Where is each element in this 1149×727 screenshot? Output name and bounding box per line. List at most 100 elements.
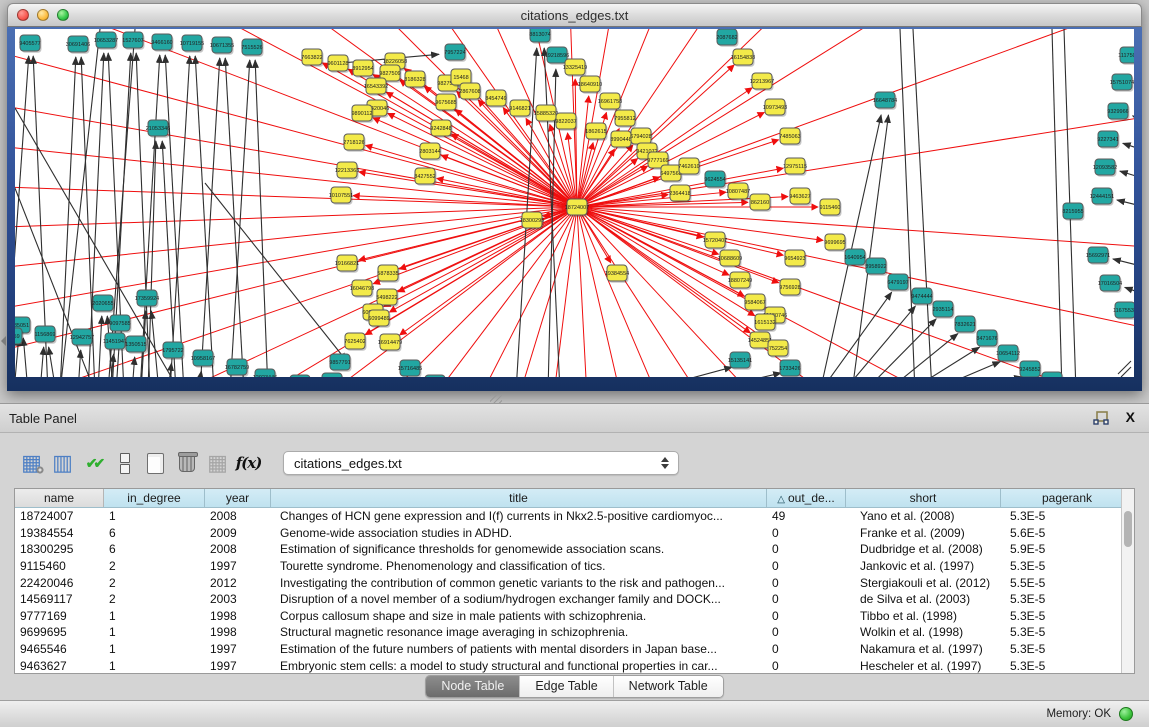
tab-node-table[interactable]: Node Table: [426, 676, 520, 697]
graph-node[interactable]: 16154838: [731, 49, 755, 67]
new-document-icon[interactable]: [140, 448, 171, 478]
graph-edge-red[interactable]: [15, 29, 577, 207]
graph-node[interactable]: 12942757: [70, 329, 94, 347]
graph-node[interactable]: 9463627: [789, 188, 811, 206]
select-columns-icon[interactable]: [78, 448, 109, 478]
graph-node[interactable]: 8990448: [610, 131, 632, 149]
delete-table-icon[interactable]: [171, 448, 202, 478]
graph-node[interactable]: 2867608: [459, 83, 481, 101]
table-settings-icon[interactable]: [16, 448, 47, 478]
graph-edge-red[interactable]: [577, 29, 1134, 207]
graph-edge-red[interactable]: [15, 207, 577, 353]
table-row[interactable]: 977716911998Corpus callosum shape and si…: [15, 608, 1134, 625]
panel-resize-handle[interactable]: [490, 395, 502, 403]
graph-edge-black[interactable]: [1125, 287, 1134, 296]
graph-edge-red[interactable]: [15, 207, 577, 256]
graph-edge-black[interactable]: [886, 334, 958, 377]
graph-node[interactable]: 9329966: [1107, 103, 1129, 121]
graph-node[interactable]: 9699695: [824, 234, 846, 252]
table-select-dropdown[interactable]: citations_edges.txt: [283, 451, 679, 475]
graph-node[interactable]: 8958922: [865, 258, 887, 276]
graph-edge-red[interactable]: [15, 29, 577, 207]
graph-node[interactable]: 9890112: [351, 105, 373, 123]
tab-network-table[interactable]: Network Table: [614, 676, 723, 697]
graph-node[interactable]: 10654112: [996, 345, 1020, 363]
graph-edge-red[interactable]: [373, 207, 577, 284]
graph-edge-black[interactable]: [1052, 29, 1062, 377]
rows-icon[interactable]: [109, 448, 140, 478]
function-builder-icon[interactable]: f(x): [233, 448, 264, 478]
graph-node[interactable]: 12213967: [750, 73, 774, 91]
graph-node[interactable]: 16046798: [350, 280, 374, 298]
show-columns-icon[interactable]: [47, 448, 78, 478]
table-row[interactable]: 946554611997Estimation of the future num…: [15, 641, 1134, 658]
graph-edge-red[interactable]: [577, 207, 1124, 377]
graph-edge-red[interactable]: [577, 29, 1134, 207]
graph-node[interactable]: 12975115: [783, 158, 807, 176]
graph-node[interactable]: 19384554: [605, 265, 629, 283]
graph-node[interactable]: 9654923: [784, 250, 806, 268]
graph-node[interactable]: 10653287: [94, 32, 118, 50]
graph-node[interactable]: 12093582: [1093, 159, 1117, 177]
import-table-icon[interactable]: [202, 448, 233, 478]
graph-edge-red[interactable]: [389, 207, 577, 312]
graph-node[interactable]: 13325419: [563, 59, 587, 77]
graph-node[interactable]: 2935114: [932, 301, 954, 319]
graph-edge-black[interactable]: [198, 371, 201, 377]
graph-edge-black[interactable]: [700, 373, 781, 377]
graph-node[interactable]: 18724007: [565, 199, 589, 217]
graph-edge-black[interactable]: [205, 183, 347, 361]
graph-node[interactable]: 2718126: [343, 134, 365, 152]
sidebar-collapse-icon[interactable]: [1, 336, 6, 346]
graph-node[interactable]: 15692971: [1086, 247, 1110, 265]
graph-node[interactable]: 8186328: [404, 71, 426, 89]
graph-node[interactable]: 8912954: [352, 60, 374, 78]
graph-node[interactable]: 12444151: [1090, 188, 1114, 206]
scrollbar-thumb[interactable]: [1124, 511, 1132, 547]
graph-edge-red[interactable]: [15, 29, 577, 207]
graph-node[interactable]: 19166821: [335, 255, 359, 273]
graph-edge-red[interactable]: [577, 29, 1134, 207]
graph-node[interactable]: 1862615: [585, 123, 607, 141]
graph-node[interactable]: 1640954: [844, 249, 866, 267]
graph-node[interactable]: 9756928: [779, 279, 801, 297]
graph-node[interactable]: [425, 375, 447, 377]
graph-node[interactable]: 9097585: [109, 315, 131, 333]
graph-node[interactable]: 9822037: [555, 113, 577, 131]
graph-node[interactable]: 9405577: [19, 35, 41, 53]
graph-node[interactable]: 2087682: [716, 29, 738, 47]
graph-node[interactable]: 8813074: [529, 29, 551, 44]
graph-edge-red[interactable]: [15, 29, 577, 207]
graph-node[interactable]: 10719155: [180, 35, 204, 53]
table-row[interactable]: 2242004622012Investigating the contribut…: [15, 574, 1134, 591]
graph-node[interactable]: 9146821: [509, 100, 531, 118]
graph-node[interactable]: 10107551: [329, 187, 353, 205]
graph-node[interactable]: 1795722: [162, 342, 184, 360]
graph-node[interactable]: 10688609: [718, 250, 742, 268]
graph-node[interactable]: 16914479: [378, 334, 402, 352]
graph-edge-black[interactable]: [165, 55, 184, 377]
window-titlebar[interactable]: citations_edges.txt: [7, 3, 1142, 27]
graph-edge-black[interactable]: [40, 347, 44, 377]
graph-edge-black[interactable]: [225, 58, 244, 377]
network-canvas[interactable]: 1872400794055773069140610653287152760794…: [15, 29, 1134, 377]
graph-node[interactable]: 7625402: [344, 333, 366, 351]
graph-node[interactable]: 18807249: [728, 272, 752, 290]
graph-node[interactable]: 9466160: [151, 34, 173, 52]
graph-node[interactable]: 2364418: [669, 185, 691, 203]
graph-node[interactable]: 7485063: [779, 128, 801, 146]
graph-node[interactable]: 7955812: [614, 110, 636, 128]
float-panel-icon[interactable]: [1093, 411, 1109, 426]
graph-node[interactable]: 17016504: [1098, 275, 1122, 293]
graph-node[interactable]: 2803144: [419, 143, 441, 161]
graph-node[interactable]: 9245852: [1019, 361, 1041, 377]
graph-node[interactable]: 21053346: [146, 120, 170, 138]
graph-node[interactable]: 11451947: [103, 333, 127, 351]
graph-edge-black[interactable]: [1118, 361, 1131, 374]
graph-node[interactable]: 1615132: [754, 314, 776, 332]
graph-node[interactable]: 1350515: [125, 336, 147, 354]
graph-node[interactable]: 15751074: [1110, 74, 1134, 92]
graph-node[interactable]: 12213363: [335, 162, 359, 180]
graph-node[interactable]: 7832621: [954, 316, 976, 334]
graph-node[interactable]: 16961758: [598, 93, 622, 111]
